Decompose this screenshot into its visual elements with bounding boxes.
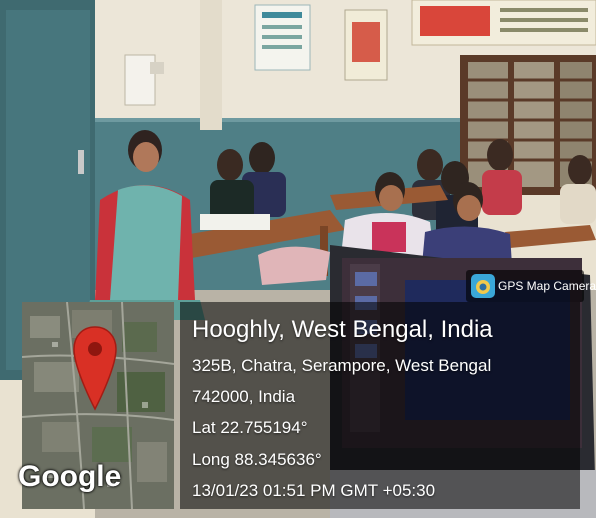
gps-map-camera-label: GPS Map Camera <box>498 279 596 293</box>
map-pin-icon <box>73 326 117 411</box>
location-title: Hooghly, West Bengal, India <box>192 316 493 343</box>
location-caption-panel: Hooghly, West Bengal, India 325B, Chatra… <box>180 302 580 509</box>
longitude-text: Long 88.345636° <box>192 450 322 469</box>
latitude-text: Lat 22.755194° <box>192 418 308 437</box>
gps-map-camera-badge: GPS Map Camera <box>466 270 596 302</box>
gps-map-camera-app-icon <box>471 274 495 298</box>
geotagged-photo-frame: Google Hooghly, West Bengal, India 325B,… <box>0 0 596 518</box>
address-line-1: 325B, Chatra, Serampore, West Bengal <box>192 356 492 375</box>
timestamp-text: 13/01/23 01:51 PM GMT +05:30 <box>192 481 436 500</box>
google-map-logo: Google <box>18 460 122 493</box>
address-line-2: 742000, India <box>192 387 296 406</box>
